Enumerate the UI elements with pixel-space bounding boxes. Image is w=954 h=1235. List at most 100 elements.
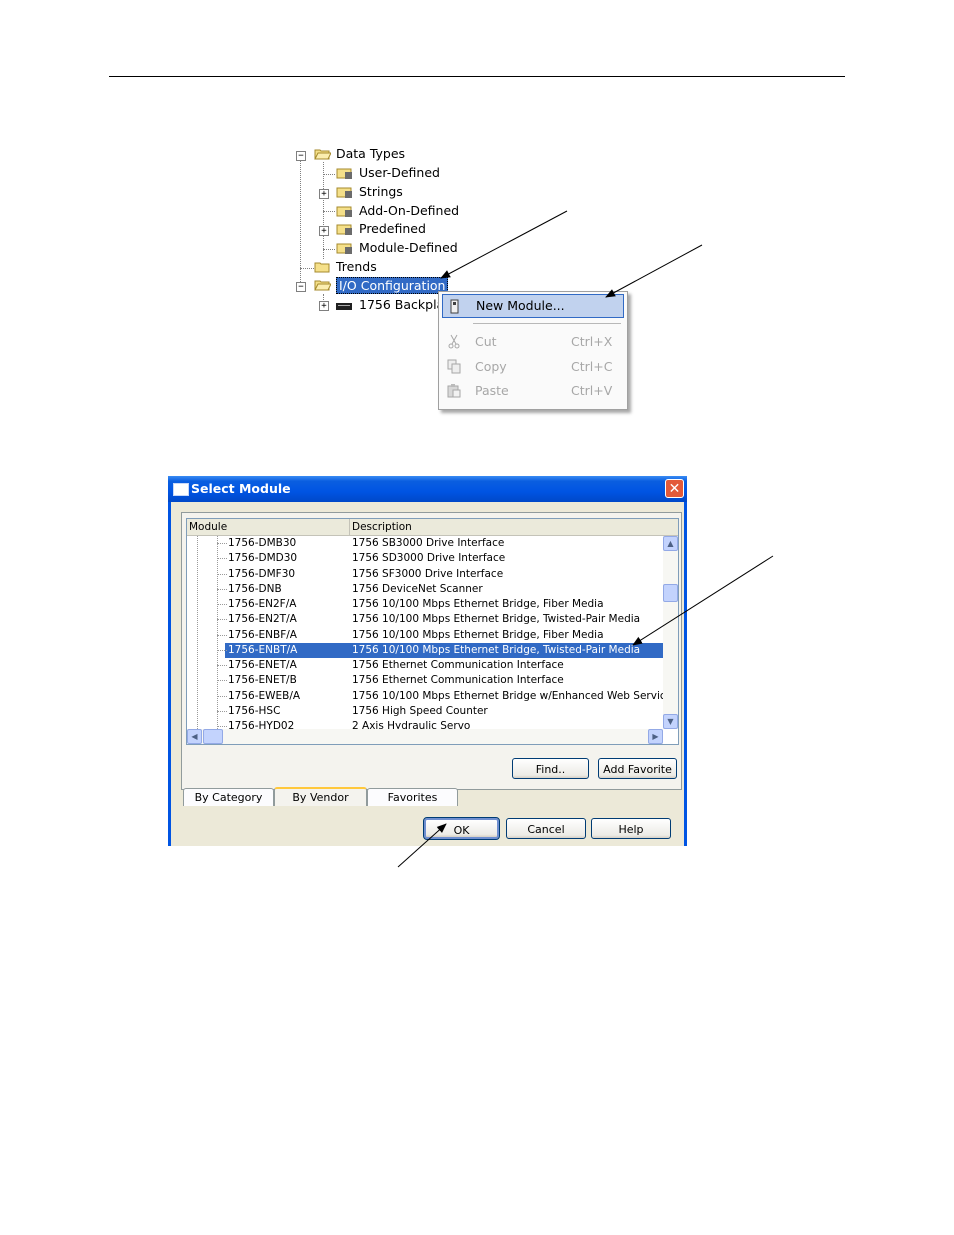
module-cell: 1756-ENBT/A bbox=[228, 643, 298, 656]
help-button[interactable]: Help bbox=[591, 818, 671, 839]
scroll-right-button[interactable]: ▶ bbox=[648, 729, 663, 744]
header-rule bbox=[109, 76, 845, 77]
description-cell: 1756 Ethernet Communication Interface bbox=[352, 659, 564, 671]
description-cell: 1756 10/100 Mbps Ethernet Bridge, Twiste… bbox=[352, 643, 641, 656]
menu-item-cut[interactable]: Cut Ctrl+X bbox=[442, 330, 622, 354]
module-cell: 1756-DMD30 bbox=[228, 552, 298, 565]
column-header-module[interactable]: Module bbox=[187, 519, 350, 536]
expand-icon[interactable]: + bbox=[319, 226, 329, 236]
description-cell: 1756 SD3000 Drive Interface bbox=[352, 552, 506, 565]
table-row[interactable]: 1756-DMD30 1756 SD3000 Drive Interface bbox=[187, 551, 663, 566]
tree-connector bbox=[217, 710, 227, 712]
description-cell: 1756 SB3000 Drive Interface bbox=[352, 537, 505, 549]
collapse-icon[interactable]: − bbox=[296, 151, 306, 161]
scroll-thumb[interactable] bbox=[663, 584, 678, 602]
tree-connector bbox=[323, 211, 335, 212]
module-cell: 1756-DNB bbox=[228, 582, 282, 595]
tree-connector bbox=[217, 604, 227, 605]
tree-connector bbox=[217, 665, 227, 666]
tree-connector bbox=[217, 558, 227, 560]
description-cell: 1756 10/100 Mbps Ethernet Bridge, Twiste… bbox=[352, 613, 641, 626]
table-row-selected[interactable]: 1756-ENBT/A 1756 10/100 Mbps Ethernet Bri… bbox=[187, 642, 663, 658]
description-cell: 1756 10/100 Mbps Ethernet Bridge, Fiber … bbox=[352, 628, 604, 641]
ok-button[interactable]: OK bbox=[423, 817, 500, 840]
tree-connector bbox=[217, 726, 227, 727]
window-frame bbox=[684, 502, 687, 846]
table-row[interactable]: 1756-ENBF/A 1756 10/100 Mbps Ethernet Bri… bbox=[187, 628, 663, 643]
tree-connector bbox=[217, 543, 227, 544]
tree-connector bbox=[217, 619, 227, 621]
scroll-up-button[interactable]: ▲ bbox=[663, 536, 678, 551]
tree-connector bbox=[323, 174, 335, 175]
data-folder-icon bbox=[336, 186, 353, 198]
module-list[interactable]: Module Description 1756-DMB30 1756 SB3000… bbox=[186, 518, 679, 745]
add-favorite-button[interactable]: Add Favorite bbox=[598, 758, 677, 779]
select-module-dialog: Select Module ✕ Module Description 1756-… bbox=[168, 476, 687, 846]
tab-by-vendor[interactable]: By Vendor bbox=[274, 787, 367, 806]
data-folder-icon bbox=[336, 205, 353, 217]
folder-icon bbox=[314, 261, 331, 273]
table-row[interactable]: 1756-EWEB/A 1756 10/100 Mbps Ethernet Bri… bbox=[187, 689, 678, 704]
module-cell: 1756-DMB30 bbox=[228, 537, 297, 549]
paste-icon bbox=[447, 384, 461, 398]
column-header-description[interactable]: Description bbox=[350, 519, 678, 536]
tree-connector bbox=[217, 649, 227, 651]
folder-open-icon bbox=[314, 279, 332, 291]
description-cell: 1756 10/100 Mbps Ethernet Bridge, Fiber … bbox=[352, 598, 604, 610]
tree-connector bbox=[217, 573, 227, 575]
copy-icon bbox=[447, 359, 461, 374]
module-cell: 1756-DMF30 bbox=[228, 567, 296, 580]
description-cell: 1756 SF3000 Drive Interface bbox=[352, 567, 504, 580]
table-row[interactable]: 1756-EN2T/A 1756 10/100 Mbps Ethernet Bri… bbox=[187, 612, 663, 627]
expand-icon[interactable]: + bbox=[319, 301, 329, 311]
context-menu: New Module... Cut Ctrl+X Copy Ctrl+C Pas… bbox=[438, 291, 628, 410]
tree-connector bbox=[323, 249, 335, 250]
tree-connector bbox=[300, 159, 301, 286]
backplane-icon bbox=[336, 300, 353, 312]
tree-connector bbox=[300, 268, 314, 269]
collapse-icon[interactable]: − bbox=[296, 282, 306, 292]
menu-item-paste[interactable]: Paste Ctrl+V bbox=[442, 379, 622, 403]
table-row[interactable]: 1756-DNB 1756 DeviceNet Scanner bbox=[187, 582, 663, 597]
description-cell: 1756 10/100 Mbps Ethernet Bridge w/Enhan… bbox=[352, 689, 678, 702]
table-row[interactable]: 1756-HSC 1756 High Speed Counter bbox=[187, 704, 663, 719]
table-row[interactable]: 1756-DMB30 1756 SB3000 Drive Interface bbox=[187, 536, 663, 551]
project-tree: − Data Types User-Defined + Strings Add-… bbox=[290, 144, 460, 324]
module-cell: 1756-ENBF/A bbox=[228, 628, 297, 641]
find-button[interactable]: Find.. bbox=[512, 758, 589, 779]
tab-by-category[interactable]: By Category bbox=[183, 788, 274, 806]
title-bar[interactable]: Select Module ✕ bbox=[168, 476, 687, 502]
expand-icon[interactable]: + bbox=[319, 189, 329, 199]
scroll-down-button[interactable]: ▼ bbox=[663, 714, 678, 729]
data-folder-icon bbox=[336, 242, 353, 254]
data-folder-icon bbox=[336, 223, 353, 235]
menu-item-copy[interactable]: Copy Ctrl+C bbox=[442, 355, 622, 379]
tree-connector bbox=[217, 695, 227, 697]
arrow-to-new-module bbox=[605, 244, 703, 298]
scroll-thumb[interactable] bbox=[203, 729, 223, 744]
module-cell: 1756-ENET/A bbox=[228, 659, 297, 671]
module-cell: 1756-EN2T/A bbox=[228, 613, 297, 626]
table-row[interactable]: 1756-EN2F/A 1756 10/100 Mbps Ethernet Bri… bbox=[187, 597, 663, 612]
table-row[interactable]: 1756-DMF30 1756 SF3000 Drive Interface bbox=[187, 567, 663, 582]
horizontal-scrollbar[interactable]: ◀ ▶ bbox=[187, 729, 663, 744]
table-row[interactable]: 1756-ENET/A 1756 Ethernet Communication I… bbox=[187, 658, 663, 673]
module-cell: 1756-EWEB/A bbox=[228, 689, 301, 702]
tab-panel: Module Description 1756-DMB30 1756 SB3000… bbox=[181, 512, 682, 790]
tab-favorites[interactable]: Favorites bbox=[367, 788, 458, 806]
module-cell: 1756-HSC bbox=[228, 704, 281, 717]
folder-open-icon bbox=[314, 148, 332, 160]
dialog-title: Select Module bbox=[191, 481, 291, 496]
tree-connector bbox=[217, 634, 227, 636]
scissors-icon bbox=[448, 334, 460, 349]
table-row[interactable]: 1756-ENET/B 1756 Ethernet Communication I… bbox=[187, 673, 663, 688]
tree-connector bbox=[217, 680, 227, 682]
cancel-button[interactable]: Cancel bbox=[506, 818, 586, 839]
scroll-left-button[interactable]: ◀ bbox=[187, 729, 202, 744]
description-cell: 1756 High Speed Counter bbox=[352, 704, 488, 717]
menu-separator bbox=[473, 323, 621, 324]
vertical-scrollbar[interactable]: ▲ ▼ bbox=[663, 536, 678, 729]
close-button[interactable]: ✕ bbox=[665, 479, 684, 498]
menu-item-new-module[interactable]: New Module... bbox=[442, 294, 624, 318]
window-icon bbox=[173, 483, 189, 496]
